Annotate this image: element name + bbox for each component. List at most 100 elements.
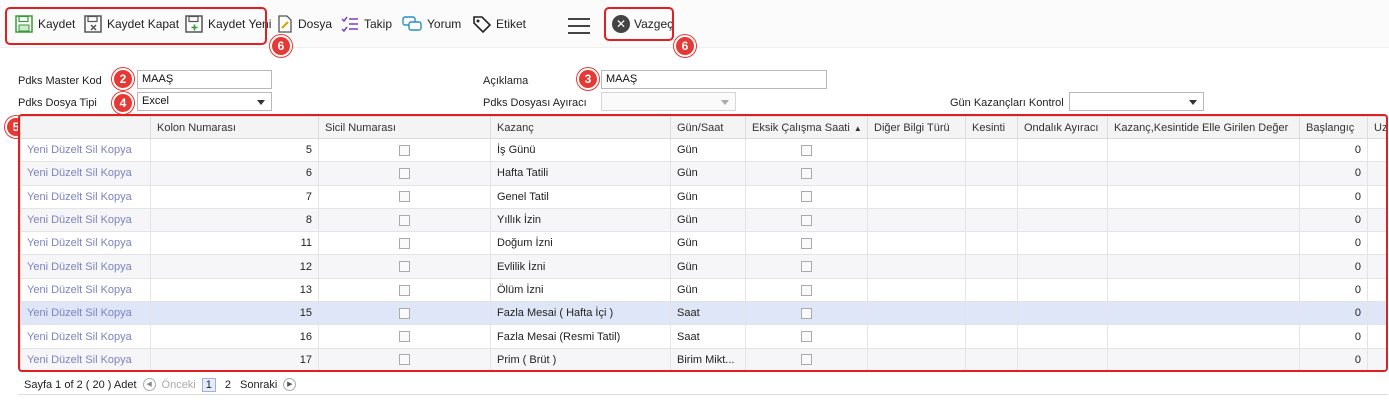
table-row[interactable]: Yeni Düzelt Sil Kopya8 Yıllık İzinGün 00: [20, 207, 1386, 233]
header-registry-number[interactable]: Sicil Numarası: [318, 116, 491, 139]
cell-column-number: 16: [150, 324, 319, 349]
checkbox[interactable]: [399, 331, 410, 343]
header-start[interactable]: Başlangıç: [1299, 116, 1368, 139]
cell-other-info: [867, 161, 966, 186]
file-button[interactable]: Dosya: [276, 12, 332, 36]
table-row[interactable]: Yeni Düzelt Sil Kopya7 Genel TatilGün 00: [20, 184, 1386, 209]
checkbox[interactable]: [801, 307, 812, 319]
checkbox[interactable]: [399, 191, 410, 203]
comment-button[interactable]: Yorum: [401, 12, 461, 36]
cell-decimal-separator: [1017, 161, 1108, 186]
menu-icon[interactable]: [568, 18, 590, 34]
cell-column-number: 6: [150, 161, 319, 186]
table-row[interactable]: Yeni Düzelt Sil Kopya11 Doğum İzniGün 00: [20, 231, 1386, 256]
cell-earning: Doğum İzni: [490, 231, 671, 256]
row-actions-link[interactable]: Yeni Düzelt Sil Kopya: [20, 207, 151, 233]
gain-control-select[interactable]: [1069, 92, 1204, 111]
checkbox[interactable]: [399, 354, 410, 366]
cell-column-number: 13: [150, 277, 319, 303]
row-actions-link[interactable]: Yeni Düzelt Sil Kopya: [20, 161, 151, 186]
row-actions-link[interactable]: Yeni Düzelt Sil Kopya: [20, 324, 151, 349]
cell-day-hour: Gün: [670, 184, 746, 209]
cell-deduction: [965, 184, 1018, 209]
cell-deduction: [965, 347, 1018, 370]
header-manual-value[interactable]: Kazanç,Kesintide Elle Girilen Değer: [1107, 116, 1300, 139]
master-code-input[interactable]: MAAŞ: [137, 70, 272, 89]
cell-decimal-separator: [1017, 137, 1108, 163]
page-1-button[interactable]: 1: [201, 377, 216, 392]
table-row[interactable]: Yeni Düzelt Sil Kopya13 Ölüm İzniGün 00: [20, 277, 1386, 303]
follow-button[interactable]: Takip: [340, 12, 392, 36]
checkbox[interactable]: [399, 307, 410, 319]
table-row[interactable]: Yeni Düzelt Sil Kopya6 Hafta TatiliGün 00: [20, 161, 1386, 186]
cell-missing-hours-checkbox: [745, 347, 868, 370]
cell-other-info: [867, 207, 966, 233]
cell-length: 0: [1367, 207, 1386, 233]
header-other-info[interactable]: Diğer Bilgi Türü: [867, 116, 966, 139]
header-earning[interactable]: Kazanç: [490, 116, 671, 139]
cell-manual-value: [1107, 277, 1300, 303]
next-page-button[interactable]: Sonraki: [240, 379, 277, 391]
checkbox[interactable]: [801, 284, 812, 296]
checkbox[interactable]: [399, 168, 410, 180]
header-missing-hours-label: Eksik Çalışma Saati: [752, 121, 850, 134]
follow-label: Takip: [364, 17, 393, 31]
table-row[interactable]: Yeni Düzelt Sil Kopya 15 Fazla Mesai ( Haf…: [20, 301, 1386, 326]
cell-other-info: [867, 324, 966, 349]
prev-arrow-icon[interactable]: ◀: [142, 378, 156, 391]
cell-decimal-separator: [1017, 254, 1108, 279]
header-day-hour[interactable]: Gün/Saat: [670, 116, 746, 139]
cell-other-info: [867, 301, 966, 326]
cell-decimal-separator: [1017, 184, 1108, 209]
next-arrow-icon[interactable]: ▶: [283, 378, 297, 391]
checkbox[interactable]: [801, 144, 812, 156]
checkbox[interactable]: [801, 214, 812, 226]
prev-page-button[interactable]: Önceki: [162, 379, 196, 391]
row-actions-link[interactable]: Yeni Düzelt Sil Kopya: [20, 137, 151, 163]
table-row[interactable]: Yeni Düzelt Sil Kopya5 İş GünüGün 00: [20, 137, 1386, 163]
row-actions-link[interactable]: Yeni Düzelt Sil Kopya: [20, 301, 151, 326]
file-type-label: Pdks Dosya Tipi: [18, 97, 97, 109]
separator-select[interactable]: [601, 92, 736, 111]
header-missing-hours[interactable]: Eksik Çalışma Saati ▲: [745, 116, 868, 139]
checkbox[interactable]: [801, 237, 812, 249]
checkbox[interactable]: [801, 354, 812, 366]
checkbox[interactable]: [399, 144, 410, 156]
table-row[interactable]: Yeni Düzelt Sil Kopya 17 Prim ( Brüt ) Biri…: [20, 347, 1386, 370]
file-label: Dosya: [298, 17, 333, 31]
cell-other-info: [867, 347, 966, 370]
row-actions-link[interactable]: Yeni Düzelt Sil Kopya: [20, 347, 151, 370]
header-actions[interactable]: [20, 116, 151, 139]
header-deduction[interactable]: Kesinti: [965, 116, 1018, 139]
cell-missing-hours-checkbox: [745, 231, 868, 256]
row-actions-link[interactable]: Yeni Düzelt Sil Kopya: [20, 231, 151, 256]
checkbox[interactable]: [399, 284, 410, 296]
checkbox[interactable]: [801, 191, 812, 203]
header-decimal-separator[interactable]: Ondalık Ayıracı: [1017, 116, 1108, 139]
row-actions-link[interactable]: Yeni Düzelt Sil Kopya: [20, 254, 151, 279]
cell-start: 0: [1299, 231, 1368, 256]
file-type-select[interactable]: Excel: [137, 92, 272, 111]
checkbox[interactable]: [399, 237, 410, 249]
page-2-button[interactable]: 2: [222, 379, 234, 391]
cell-manual-value: [1107, 161, 1300, 186]
row-actions-link[interactable]: Yeni Düzelt Sil Kopya: [20, 277, 151, 303]
checkbox[interactable]: [801, 261, 812, 273]
checkbox[interactable]: [399, 261, 410, 273]
table-row[interactable]: Yeni Düzelt Sil Kopya 16 Fazla Mesai (Resm…: [20, 324, 1386, 349]
badge-3: 3: [577, 68, 599, 90]
header-column-number[interactable]: Kolon Numarası: [150, 116, 319, 139]
description-input[interactable]: MAAŞ: [601, 70, 827, 89]
cell-registry-checkbox: [318, 231, 491, 256]
save-group-highlight: [5, 7, 267, 45]
row-actions-link[interactable]: Yeni Düzelt Sil Kopya: [20, 184, 151, 209]
cell-column-number: 7: [150, 184, 319, 209]
checkbox[interactable]: [801, 168, 812, 180]
checkbox[interactable]: [801, 331, 812, 343]
checkbox[interactable]: [399, 214, 410, 226]
tag-button[interactable]: Etiket: [472, 12, 526, 36]
cell-day-hour: Birim Mikt...: [670, 347, 746, 370]
cell-day-hour: Gün: [670, 161, 746, 186]
table-row[interactable]: Yeni Düzelt Sil Kopya12 Evlilik İzniGün 00: [20, 254, 1386, 279]
header-length[interactable]: Uzunluk: [1367, 116, 1386, 139]
